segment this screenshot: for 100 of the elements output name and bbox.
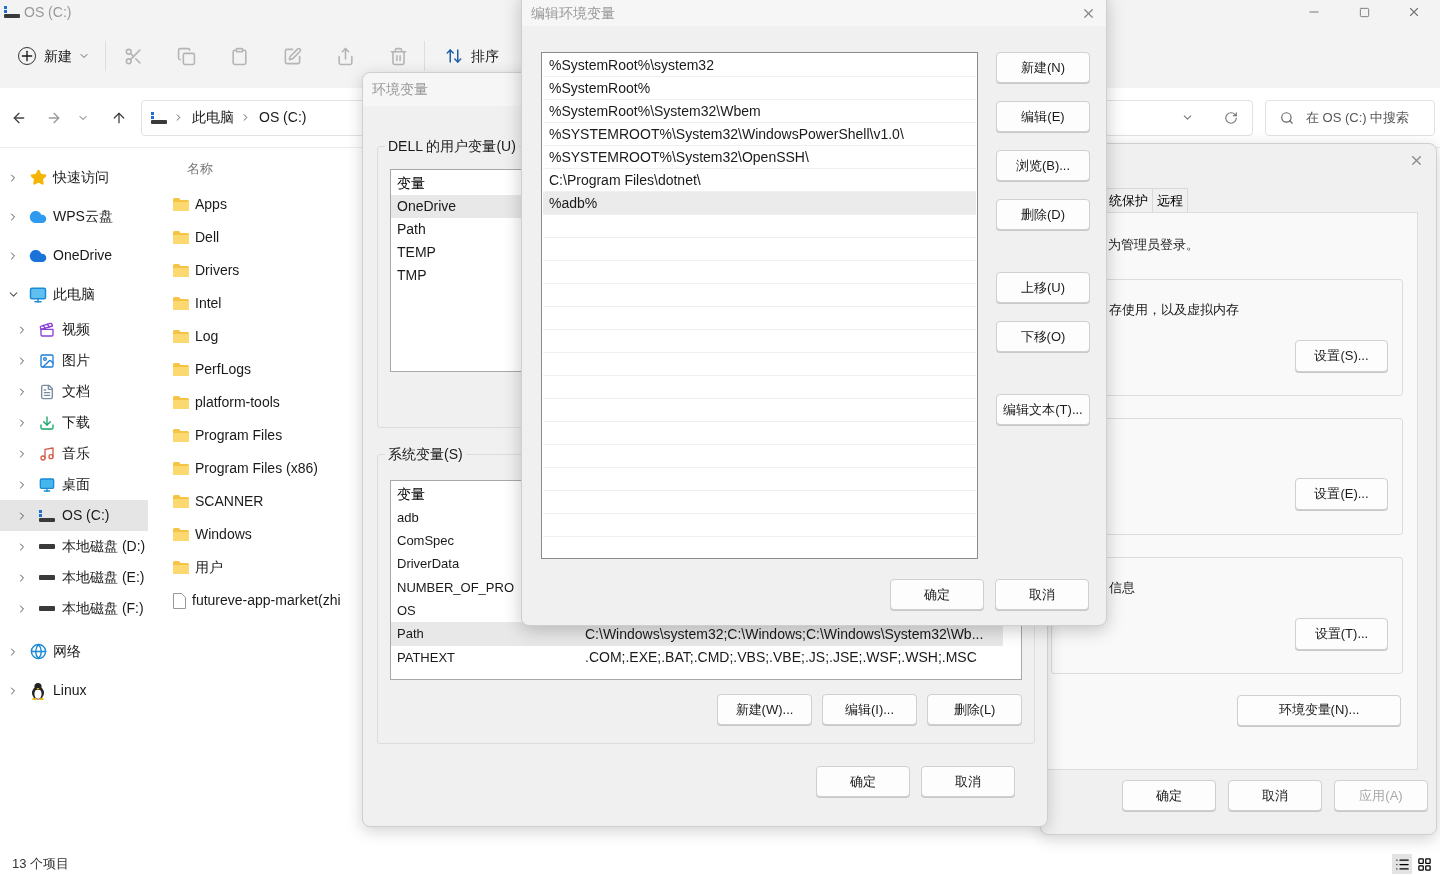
- file-name[interactable]: Windows: [195, 524, 252, 545]
- path-action-button[interactable]: 浏览(B)...: [996, 150, 1090, 181]
- variable-action-button[interactable]: 编辑(I)...: [822, 694, 917, 725]
- nav-item[interactable]: OS (C:): [0, 500, 148, 531]
- drive-icon: [39, 509, 55, 522]
- nav-item[interactable]: OneDrive: [0, 236, 148, 275]
- path-entry[interactable]: %SYSTEMROOT%\System32\OpenSSH\: [543, 146, 976, 169]
- tab[interactable]: 统保护: [1105, 188, 1153, 212]
- folder-icon: [173, 462, 189, 475]
- file-name[interactable]: Program Files (x86): [195, 458, 318, 479]
- nav-item[interactable]: 桌面: [0, 469, 148, 500]
- path-entry[interactable]: %adb%: [543, 192, 976, 215]
- search-input[interactable]: 在 OS (C:) 中搜索: [1306, 107, 1426, 128]
- folder-icon: [173, 561, 189, 574]
- file-name[interactable]: Log: [195, 326, 219, 347]
- delete-button[interactable]: [389, 46, 408, 66]
- breadcrumb-item[interactable]: 此电脑: [192, 107, 234, 128]
- variable-name: OS: [396, 602, 417, 621]
- nav-item[interactable]: 本地磁盘 (E:): [0, 562, 148, 593]
- path-entry[interactable]: %SystemRoot%\System32\Wbem: [543, 100, 976, 123]
- path-entry[interactable]: %SystemRoot%\system32: [543, 54, 976, 77]
- copy-button[interactable]: [177, 46, 196, 66]
- path-action-button[interactable]: 下移(O): [996, 321, 1090, 352]
- breadcrumb-item[interactable]: OS (C:): [259, 107, 307, 128]
- settings-button[interactable]: 设置(E)...: [1295, 477, 1388, 510]
- file-name[interactable]: Apps: [195, 194, 227, 215]
- nav-label: 下载: [62, 413, 90, 432]
- dialog-button[interactable]: 取消: [995, 579, 1089, 610]
- path-action-button[interactable]: 编辑(E): [996, 101, 1090, 132]
- folder-icon: [173, 264, 189, 277]
- variable-name: DriverData: [396, 555, 461, 574]
- file-name[interactable]: Intel: [195, 293, 222, 314]
- settings-button[interactable]: 设置(S)...: [1295, 340, 1388, 372]
- refresh-icon[interactable]: [1224, 110, 1238, 125]
- nav-item[interactable]: 本地磁盘 (F:): [0, 593, 148, 624]
- variable-action-button[interactable]: 新建(W)...: [717, 694, 812, 725]
- file-name[interactable]: Drivers: [195, 260, 240, 281]
- column-header[interactable]: 名称: [187, 157, 213, 181]
- drive-icon: [39, 544, 55, 549]
- rename-button[interactable]: [283, 46, 302, 66]
- share-button[interactable]: [336, 46, 355, 66]
- group-label: 系统变量(S): [387, 445, 464, 464]
- folder-icon: [173, 429, 189, 442]
- path-action-button[interactable]: 上移(U): [996, 272, 1090, 303]
- nav-label: 快速访问: [53, 168, 109, 187]
- folder-icon: [173, 495, 189, 508]
- nav-item[interactable]: 文档: [0, 376, 148, 407]
- dialog-button[interactable]: 确定: [816, 766, 910, 797]
- nav-label: 此电脑: [53, 285, 95, 304]
- path-action-button[interactable]: 删除(D): [996, 199, 1090, 230]
- nav-item[interactable]: 下载: [0, 407, 148, 438]
- details-view-button[interactable]: [1392, 854, 1412, 874]
- tab[interactable]: 远程: [1153, 188, 1188, 212]
- dialog-button[interactable]: 确定: [1122, 780, 1216, 811]
- paste-button[interactable]: [230, 46, 249, 66]
- nav-item[interactable]: 图片: [0, 345, 148, 376]
- nav-label: 网络: [53, 642, 81, 661]
- settings-button[interactable]: 设置(T)...: [1295, 618, 1388, 650]
- dialog-button[interactable]: 取消: [921, 766, 1015, 797]
- nav-item[interactable]: 网络: [0, 632, 148, 671]
- nav-item[interactable]: Linux: [0, 671, 148, 710]
- file-name[interactable]: futureve-app-market(zhi: [192, 590, 341, 611]
- path-entry[interactable]: %SYSTEMROOT%\System32\WindowsPowerShell\v1.0\: [543, 123, 976, 146]
- search-field[interactable]: 在 OS (C:) 中搜索: [1265, 99, 1435, 136]
- file-name[interactable]: Dell: [195, 227, 220, 248]
- file-name[interactable]: platform-tools: [195, 392, 280, 413]
- drive-icon: [151, 111, 167, 124]
- nav-label: 音乐: [62, 444, 90, 463]
- nav-item[interactable]: 此电脑: [0, 275, 148, 314]
- cut-button[interactable]: [124, 46, 143, 66]
- nav-item[interactable]: 快速访问: [0, 158, 148, 197]
- file-name[interactable]: SCANNER: [195, 491, 264, 512]
- nav-item[interactable]: WPS云盘: [0, 197, 148, 236]
- environment-variables-button[interactable]: 环境变量(N)...: [1237, 694, 1401, 726]
- nav-label: 本地磁盘 (D:): [62, 537, 146, 556]
- dialog-button[interactable]: 取消: [1228, 780, 1322, 811]
- group-text: 信息: [1109, 578, 1136, 597]
- close-icon[interactable]: [1081, 6, 1096, 21]
- download-icon: [39, 414, 55, 431]
- nav-label: OS (C:): [62, 506, 110, 525]
- path-action-button[interactable]: 新建(N): [996, 52, 1090, 83]
- file-name[interactable]: Program Files: [195, 425, 283, 446]
- variable-name: PATHEXT: [396, 648, 457, 667]
- path-action-button[interactable]: 编辑文本(T)...: [996, 394, 1090, 425]
- sort-button[interactable]: 排序: [445, 45, 499, 67]
- file-name[interactable]: 用户: [195, 557, 223, 578]
- column-header[interactable]: 变量: [397, 173, 425, 194]
- dialog-button[interactable]: 确定: [890, 579, 984, 610]
- close-icon: [1407, 5, 1421, 19]
- new-button[interactable]: 新建: [18, 40, 90, 72]
- nav-item[interactable]: 视频: [0, 314, 148, 345]
- path-entry[interactable]: %SystemRoot%: [543, 77, 976, 100]
- column-header[interactable]: 变量: [397, 484, 425, 505]
- nav-item[interactable]: 音乐: [0, 438, 148, 469]
- nav-item[interactable]: 本地磁盘 (D:): [0, 531, 148, 562]
- variable-action-button[interactable]: 删除(L): [927, 694, 1022, 725]
- music-icon: [39, 445, 55, 462]
- variable-row[interactable]: PATHEXT .COM;.EXE;.BAT;.CMD;.VBS;.VBE;.JS;.JSE;.WSF;.WSH;.MSC: [391, 645, 1003, 670]
- file-name[interactable]: PerfLogs: [195, 359, 252, 380]
- picture-icon: [39, 352, 55, 369]
